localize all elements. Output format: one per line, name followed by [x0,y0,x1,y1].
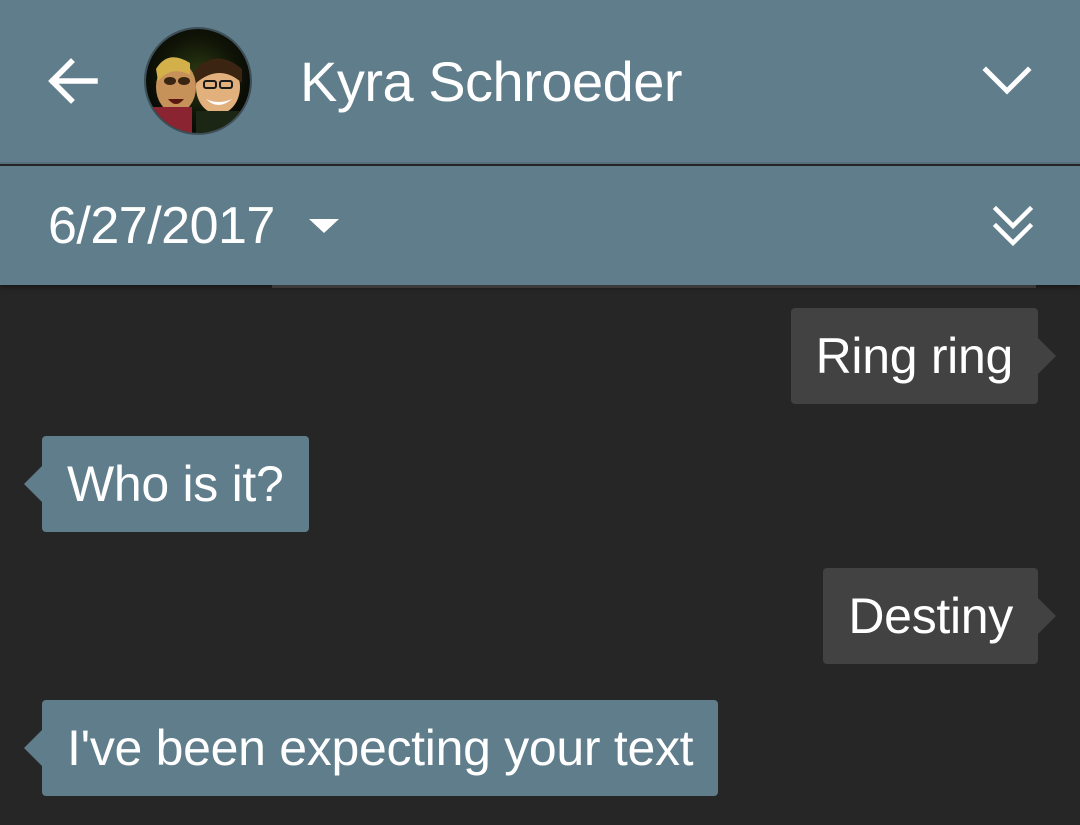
contact-name[interactable]: Kyra Schroeder [300,50,683,114]
outgoing-message[interactable]: Destiny [823,568,1056,664]
caret-down-icon [308,219,339,233]
conversation-header: Kyra Schroeder [0,0,1080,164]
incoming-message[interactable]: Who is it? [24,436,309,532]
back-button[interactable] [38,46,108,116]
previous-message-edge [272,285,1036,288]
chevron-down-icon [982,66,1032,95]
contact-avatar[interactable] [144,27,252,135]
avatar-photo [146,29,250,133]
arrow-left-icon [48,58,98,104]
outgoing-message[interactable]: Ring ring [790,308,1057,404]
expand-header-button[interactable] [972,46,1042,116]
jump-to-latest-button[interactable] [980,194,1046,258]
conversation-screen: Kyra Schroeder 6/27/2017 Ring ring Who i… [0,0,1080,825]
double-chevron-down-icon [992,205,1034,247]
incoming-message[interactable]: I've been expecting your text [23,700,719,796]
date-label: 6/27/2017 [48,197,275,255]
date-bar: 6/27/2017 [0,166,1080,285]
date-dropdown[interactable]: 6/27/2017 [48,194,339,258]
